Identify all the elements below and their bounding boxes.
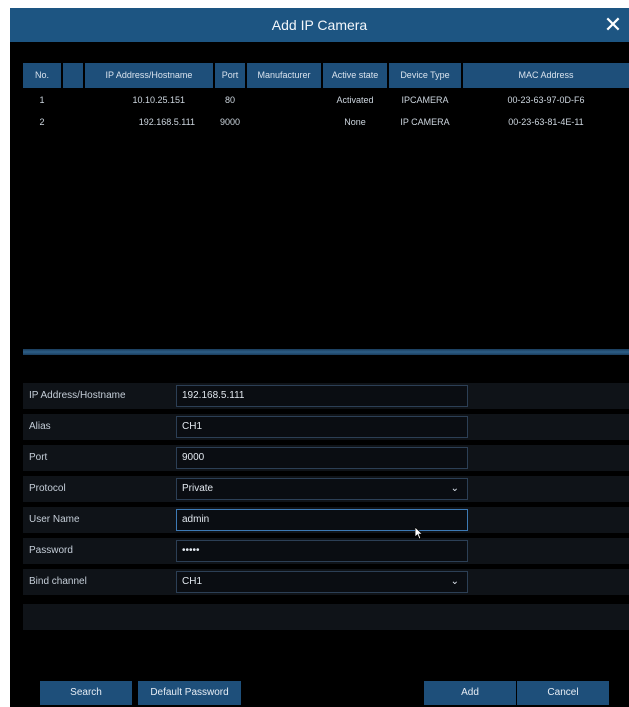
password-input[interactable]: •••••: [176, 540, 468, 562]
port-input[interactable]: 9000: [176, 447, 468, 469]
form-row-empty: [23, 604, 629, 630]
dialog-title: Add IP Camera: [271, 17, 368, 33]
add-button[interactable]: Add: [424, 681, 516, 705]
default-password-button[interactable]: Default Password: [138, 681, 241, 705]
username-input[interactable]: admin: [176, 509, 468, 531]
form-row-port: Port 9000: [23, 445, 629, 471]
cancel-button[interactable]: Cancel: [517, 681, 609, 705]
column-select[interactable]: [63, 63, 83, 88]
title-bar: Add IP Camera ✕: [10, 8, 629, 42]
cell-device-type: IPCAMERA: [401, 95, 449, 105]
cell-device-type: IP CAMERA: [400, 117, 450, 127]
alias-label: Alias: [29, 421, 51, 432]
cell-mac: 00-23-63-81-4E-11: [508, 117, 584, 127]
form-row-alias: Alias CH1: [23, 414, 629, 440]
protocol-select[interactable]: Private ⌄: [176, 478, 468, 500]
search-button[interactable]: Search: [40, 681, 132, 705]
protocol-label: Protocol: [29, 483, 66, 494]
table-row[interactable]: 1 10.10.25.151 80 Activated IPCAMERA 00-…: [23, 89, 629, 111]
column-no[interactable]: No.: [23, 63, 61, 88]
cell-manufacturer: [247, 111, 321, 133]
table-row[interactable]: 2 192.168.5.111 9000 None IP CAMERA 00-2…: [23, 111, 629, 133]
cell-ip: 10.10.25.151: [132, 95, 185, 105]
column-manufacturer[interactable]: Manufacturer: [247, 63, 321, 88]
device-table-header: No. IP Address/Hostname Port Manufacture…: [23, 63, 629, 88]
column-device-type[interactable]: Device Type: [389, 63, 461, 88]
cell-no: 1: [39, 95, 45, 105]
password-label: Password: [29, 545, 73, 556]
form-row-bind-channel: Bind channel CH1 ⌄: [23, 569, 629, 595]
cell-port: 9000: [219, 117, 241, 127]
bind-channel-value: CH1: [182, 576, 203, 587]
column-mac-address[interactable]: MAC Address: [463, 63, 629, 88]
ip-address-input[interactable]: 192.168.5.111: [176, 385, 468, 407]
chevron-down-icon: ⌄: [450, 576, 459, 587]
cell-active-state: None: [344, 117, 366, 127]
cell-select: [63, 89, 83, 111]
cell-port: 80: [224, 95, 235, 105]
close-icon[interactable]: ✕: [599, 11, 627, 39]
cell-no: 2: [39, 117, 45, 127]
cell-manufacturer: [247, 89, 321, 111]
protocol-value: Private: [182, 483, 214, 494]
ip-address-label: IP Address/Hostname: [29, 390, 126, 401]
form-row-password: Password •••••: [23, 538, 629, 564]
add-ip-camera-dialog: Add IP Camera ✕ No. IP Address/Hostname …: [10, 8, 629, 707]
column-active-state[interactable]: Active state: [323, 63, 387, 88]
cell-select: [63, 111, 83, 133]
bind-channel-select[interactable]: CH1 ⌄: [176, 571, 468, 593]
panel-divider: [23, 349, 629, 355]
cell-ip: 192.168.5.111: [138, 117, 195, 127]
alias-input[interactable]: CH1: [176, 416, 468, 438]
form-row-ip-address: IP Address/Hostname 192.168.5.111: [23, 383, 629, 409]
column-port[interactable]: Port: [215, 63, 245, 88]
form-row-username: User Name admin: [23, 507, 629, 533]
port-label: Port: [29, 452, 48, 463]
mouse-pointer-icon: [414, 526, 424, 545]
form-row-protocol: Protocol Private ⌄: [23, 476, 629, 502]
cell-active-state: Activated: [336, 95, 374, 105]
bind-channel-label: Bind channel: [29, 576, 87, 587]
chevron-down-icon: ⌄: [450, 483, 459, 494]
cell-mac: 00-23-63-97-0D-F6: [507, 95, 585, 105]
column-ip-address[interactable]: IP Address/Hostname: [85, 63, 213, 88]
username-label: User Name: [29, 514, 80, 525]
